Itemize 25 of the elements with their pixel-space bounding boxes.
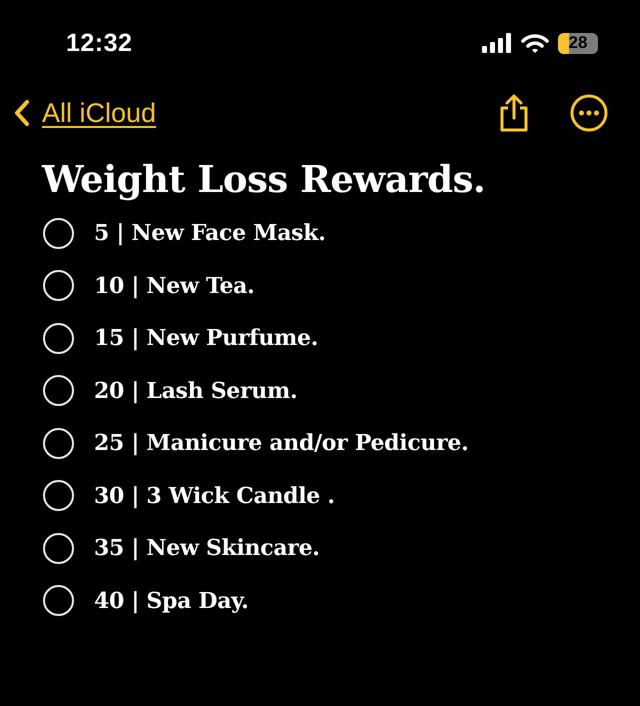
checklist-item: 10 | New Tea. [94, 272, 254, 299]
checkbox[interactable] [43, 270, 74, 302]
checkbox[interactable] [43, 585, 74, 616]
checkbox[interactable] [43, 375, 74, 406]
checklist-item: 25 | Manicure and/or Pedicure. [94, 430, 468, 456]
checklist-item: 20 | Lash Serum. [94, 378, 298, 404]
signal-icon [482, 33, 512, 53]
checkbox[interactable] [43, 480, 74, 512]
checklist-item: 30 | 3 Wick Candle . [94, 482, 335, 509]
battery-icon: 28 [558, 32, 598, 54]
share-icon[interactable] [498, 94, 530, 132]
status-time: 12:32 [66, 28, 132, 58]
back-link[interactable]: All iCloud [14, 98, 156, 128]
checkbox[interactable] [43, 428, 74, 459]
more-icon[interactable] [570, 94, 608, 132]
checklist-item: 35 | New Skincare. [94, 535, 320, 562]
checklist-item: 15 | New Purfume. [94, 325, 318, 352]
checkbox[interactable] [43, 532, 74, 564]
checkbox[interactable] [43, 322, 74, 354]
checkbox[interactable] [43, 218, 74, 249]
checklist-item: 5 | New Face Mask. [94, 220, 326, 246]
note-title: Weight Loss Rewards. [42, 157, 486, 201]
checklist-item: 40 | Spa Day. [94, 588, 248, 614]
wifi-icon [521, 32, 549, 54]
chevron-left-icon [14, 99, 30, 127]
